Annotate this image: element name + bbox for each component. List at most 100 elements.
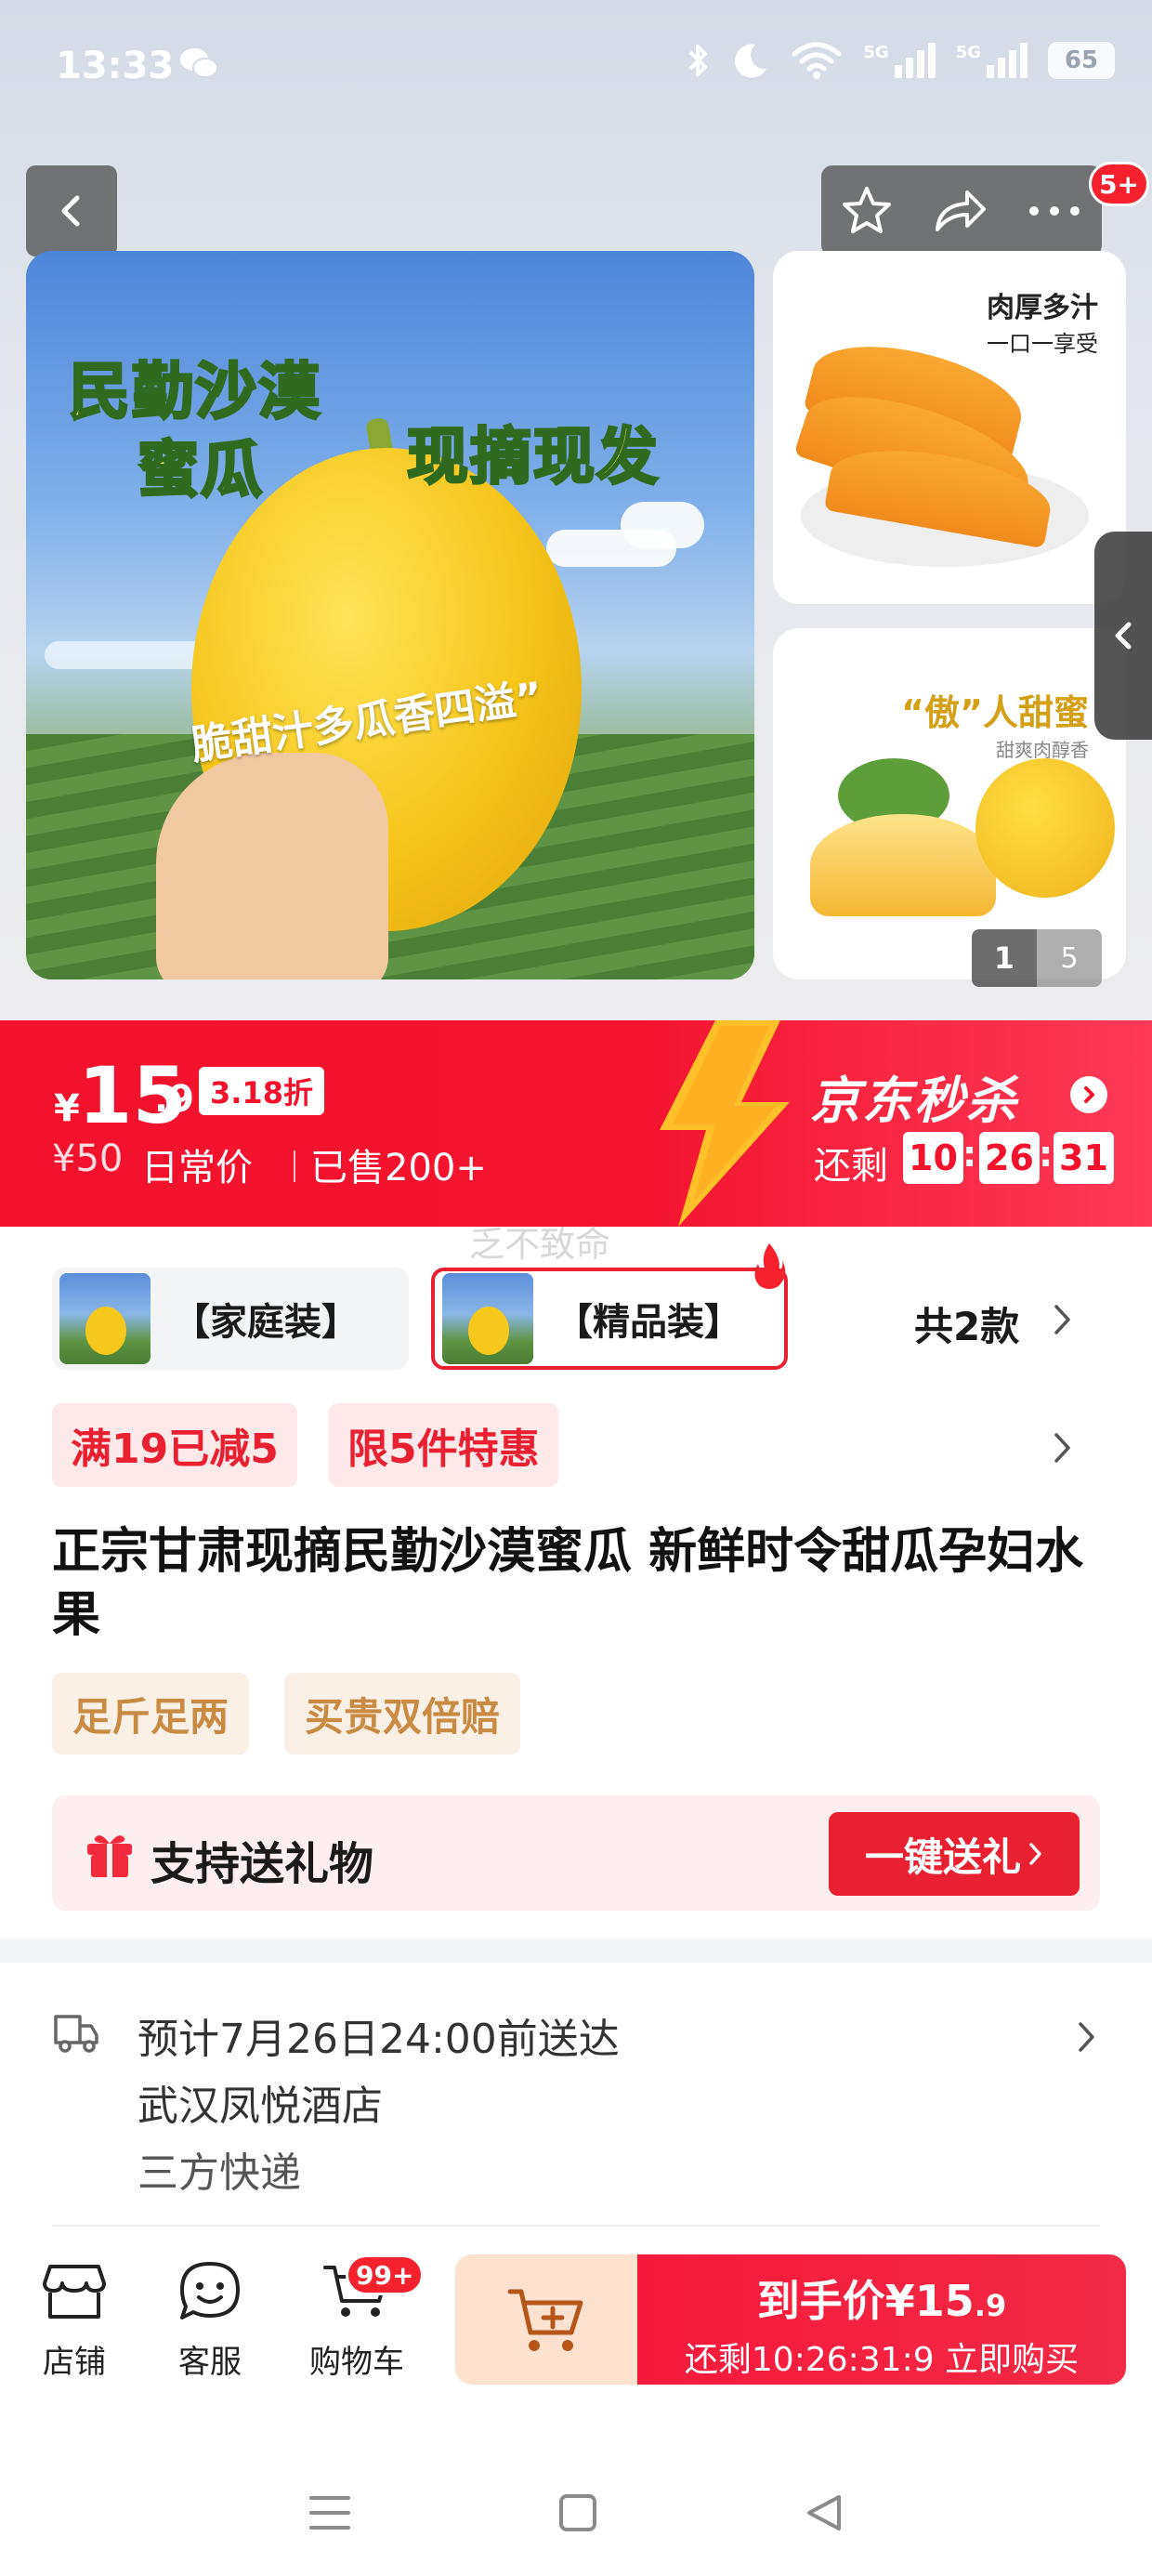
countdown-colon: : xyxy=(1039,1134,1054,1175)
menu-nav-button[interactable] xyxy=(308,2492,352,2537)
buy-now-price-main: 到手价¥15 xyxy=(756,2276,975,2326)
chevron-right-icon xyxy=(1079,2022,1094,2052)
sold-count: 已售200+ xyxy=(310,1147,487,1189)
gift-icon xyxy=(87,1835,132,1877)
lightning-icon xyxy=(660,1020,790,1227)
side-caption-title: 肉厚多汁 xyxy=(987,292,1098,324)
system-navigation-bar xyxy=(0,2453,1152,2576)
smiley-chat-icon xyxy=(180,2262,240,2320)
delivery-address[interactable]: 武汉凤悦酒店 xyxy=(137,2072,383,2132)
store-icon xyxy=(43,2265,106,2319)
add-cart-icon xyxy=(507,2289,583,2351)
section-divider xyxy=(0,1939,1152,1963)
store-button[interactable]: 店铺 xyxy=(19,2254,130,2382)
chevron-right-icon xyxy=(1054,1305,1070,1334)
countdown-hours: 10 xyxy=(903,1132,963,1184)
price-decimal: .9 xyxy=(154,1078,195,1121)
delivery-eta[interactable]: 预计7月26日24:00前送达 xyxy=(137,2005,620,2065)
wifi-icon xyxy=(792,42,842,79)
back-nav-button[interactable] xyxy=(804,2491,844,2538)
promo-tag[interactable]: 满19已减5 xyxy=(52,1403,297,1487)
flash-sale-title[interactable]: 京东秒杀 xyxy=(810,1059,1018,1133)
delivery-truck-icon xyxy=(54,2015,98,2053)
price-currency: ¥ xyxy=(54,1087,80,1130)
share-icon xyxy=(936,191,986,231)
favorite-button[interactable] xyxy=(839,183,895,239)
top-actions xyxy=(821,165,1102,256)
feature-tag: 足斤足两 xyxy=(52,1673,250,1755)
network-label: 5G xyxy=(955,43,981,62)
chevron-left-icon xyxy=(1115,622,1132,650)
message-badge: 5+ xyxy=(1089,162,1149,206)
gift-panel: 支持送礼物 一键送礼 xyxy=(52,1795,1100,1911)
moon-icon xyxy=(735,44,767,78)
bluetooth-icon xyxy=(688,45,708,76)
variant-count[interactable]: 共2款 xyxy=(914,1295,1019,1352)
add-to-cart-button[interactable] xyxy=(455,2254,639,2385)
side-caption-sub: 一口一享受 xyxy=(987,331,1098,357)
variant-more-arrow[interactable] xyxy=(1044,1299,1081,1340)
home-nav-button[interactable] xyxy=(557,2492,598,2537)
battery-indicator: 65 xyxy=(1048,42,1115,79)
variant-thumbnail xyxy=(59,1273,151,1364)
more-icon xyxy=(1029,206,1080,216)
buy-now-countdown: 还剩10:26:31:9 立即购买 xyxy=(684,2341,1080,2379)
menu-icon xyxy=(308,2496,350,2530)
side-collapse-tab[interactable] xyxy=(1094,532,1152,740)
star-icon xyxy=(843,187,891,233)
chevron-right-icon xyxy=(1084,1086,1094,1103)
back-button[interactable] xyxy=(26,165,117,256)
chevron-right-icon xyxy=(1029,1843,1041,1865)
promo-tag[interactable]: 限5件特惠 xyxy=(329,1403,558,1487)
more-button[interactable] xyxy=(1025,202,1084,220)
image-headline-1: 民勤沙漠 xyxy=(68,355,321,429)
original-price: ¥50 xyxy=(52,1137,124,1180)
side-product-image-1[interactable]: 肉厚多汁 一口一享受 xyxy=(773,251,1126,604)
buy-now-price-decimal: .9 xyxy=(974,2288,1007,2323)
status-time: 13:33 xyxy=(56,45,175,87)
image-headline-3: 现摘现发 xyxy=(406,420,660,494)
delivery-more-arrow[interactable] xyxy=(1068,2017,1106,2057)
variant-option-family[interactable]: 【家庭装】 xyxy=(52,1268,409,1370)
feature-tag: 买贵双倍赔 xyxy=(284,1673,521,1755)
cart-label: 购物车 xyxy=(309,2344,404,2381)
share-button[interactable] xyxy=(930,183,989,239)
countdown-minutes: 26 xyxy=(979,1132,1040,1184)
divider xyxy=(294,1150,295,1182)
image-counter: 1 5 xyxy=(972,929,1102,987)
send-gift-button[interactable]: 一键送礼 xyxy=(829,1812,1080,1896)
countdown-label: 还剩 xyxy=(814,1145,888,1188)
countdown-colon: : xyxy=(962,1134,977,1175)
signal-icon-1: 5G xyxy=(863,43,936,78)
status-bar: 13:33 5G 5G 65 xyxy=(0,0,1152,139)
variant-option-premium[interactable]: 【精品装】 xyxy=(431,1268,788,1370)
side-product-image-2[interactable]: “傲”人甜蜜 甜爽肉醇香 xyxy=(773,628,1126,979)
buy-now-button[interactable]: 到手价¥15.9 还剩10:26:31:9 立即购买 xyxy=(637,2254,1126,2385)
signal-icon-2: 5G xyxy=(956,43,1028,78)
promo-more-arrow[interactable] xyxy=(1044,1427,1081,1468)
divider xyxy=(52,2225,1100,2227)
image-headline-2: 蜜瓜 xyxy=(137,433,264,507)
image-counter-current: 1 xyxy=(972,929,1037,987)
product-gallery: 13:33 5G 5G 65 5+ 民勤沙漠 蜜瓜 现摘现发 脆甜汁多瓜香四溢”… xyxy=(0,0,1152,1022)
flash-sale-banner: ¥ 15 .9 3.18折 ¥50 日常价 已售200+ 京东秒杀 还剩 10 … xyxy=(0,1020,1152,1227)
discount-badge: 3.18折 xyxy=(199,1067,324,1115)
variant-label: 【家庭装】 xyxy=(173,1301,359,1344)
customer-service-button[interactable]: 客服 xyxy=(154,2254,266,2382)
watermark: 乏不致命 xyxy=(469,1224,611,1265)
customer-service-label: 客服 xyxy=(178,2344,242,2381)
chevron-left-icon xyxy=(61,195,80,227)
buy-now-price: 到手价¥15.9 xyxy=(637,2267,1126,2329)
flash-sale-arrow[interactable] xyxy=(1070,1076,1107,1113)
square-home-icon xyxy=(558,2494,596,2531)
chevron-right-icon xyxy=(1054,1433,1070,1463)
hot-flame-icon xyxy=(754,1243,786,1289)
side-caption-title: “傲”人甜蜜 xyxy=(901,692,1089,733)
main-product-image[interactable]: 民勤沙漠 蜜瓜 现摘现发 脆甜汁多瓜香四溢” xyxy=(26,251,754,979)
triangle-back-icon xyxy=(807,2495,842,2530)
image-counter-total: 5 xyxy=(1037,929,1102,987)
network-label: 5G xyxy=(863,43,889,62)
variant-thumbnail xyxy=(442,1273,533,1364)
wechat-icon xyxy=(180,48,218,78)
side-caption-sub: 甜爽肉醇香 xyxy=(996,739,1089,761)
